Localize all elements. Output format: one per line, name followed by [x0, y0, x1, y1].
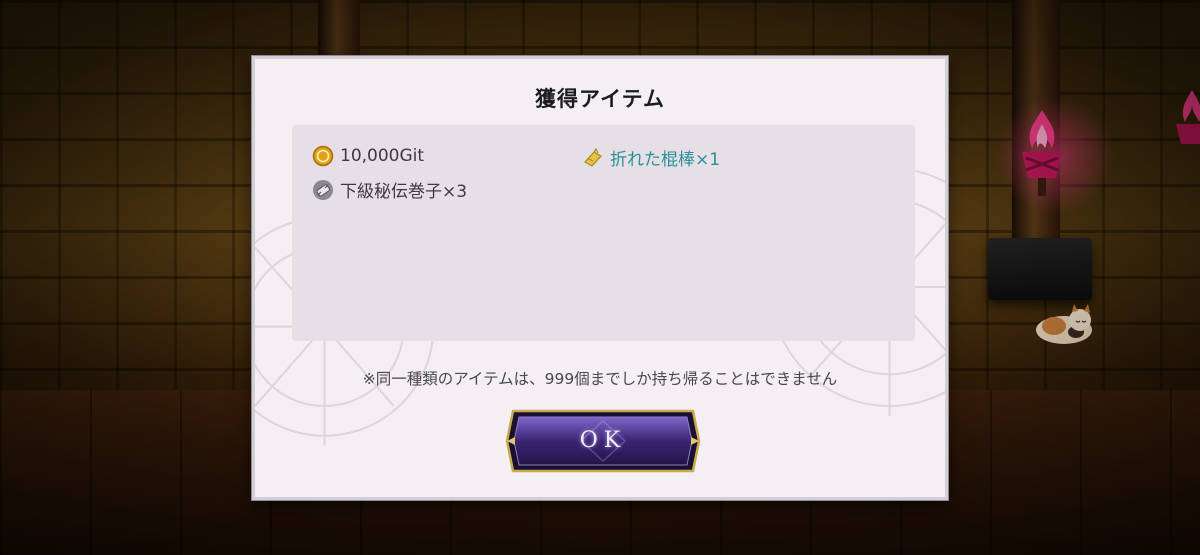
list-item: 折れた棍棒×1 — [582, 145, 720, 170]
limit-notice: ※同一種類のアイテムは、999個までしか持ち帰ることはできません — [362, 370, 838, 388]
stone-pillar — [318, 0, 360, 60]
pillar-base — [988, 238, 1092, 300]
pink-torch-icon — [1022, 110, 1062, 196]
list-item: 下級秘伝巻子×3 — [312, 177, 467, 202]
gold-coin-icon — [312, 145, 334, 167]
ok-button-label: OK — [579, 428, 627, 453]
dialog-title: 獲得アイテム — [535, 86, 665, 111]
pink-torch-icon — [1176, 90, 1200, 144]
obtained-items-dialog: 獲得アイテム 10,000Git 折れた棍棒×1 下級秘伝巻子×3 ※同一種類の… — [252, 56, 948, 500]
item-label: 下級秘伝巻子×3 — [340, 182, 468, 202]
item-label: 折れた棍棒×1 — [610, 150, 721, 170]
items-list-panel: 10,000Git 折れた棍棒×1 下級秘伝巻子×3 — [292, 125, 915, 341]
sleeping-cat-icon — [1036, 304, 1092, 344]
broken-stick-icon — [584, 147, 602, 167]
ok-button[interactable]: OK — [505, 409, 701, 473]
item-label: 10,000Git — [340, 146, 425, 166]
list-item: 10,000Git — [312, 145, 424, 167]
scroll-icon — [313, 179, 333, 200]
